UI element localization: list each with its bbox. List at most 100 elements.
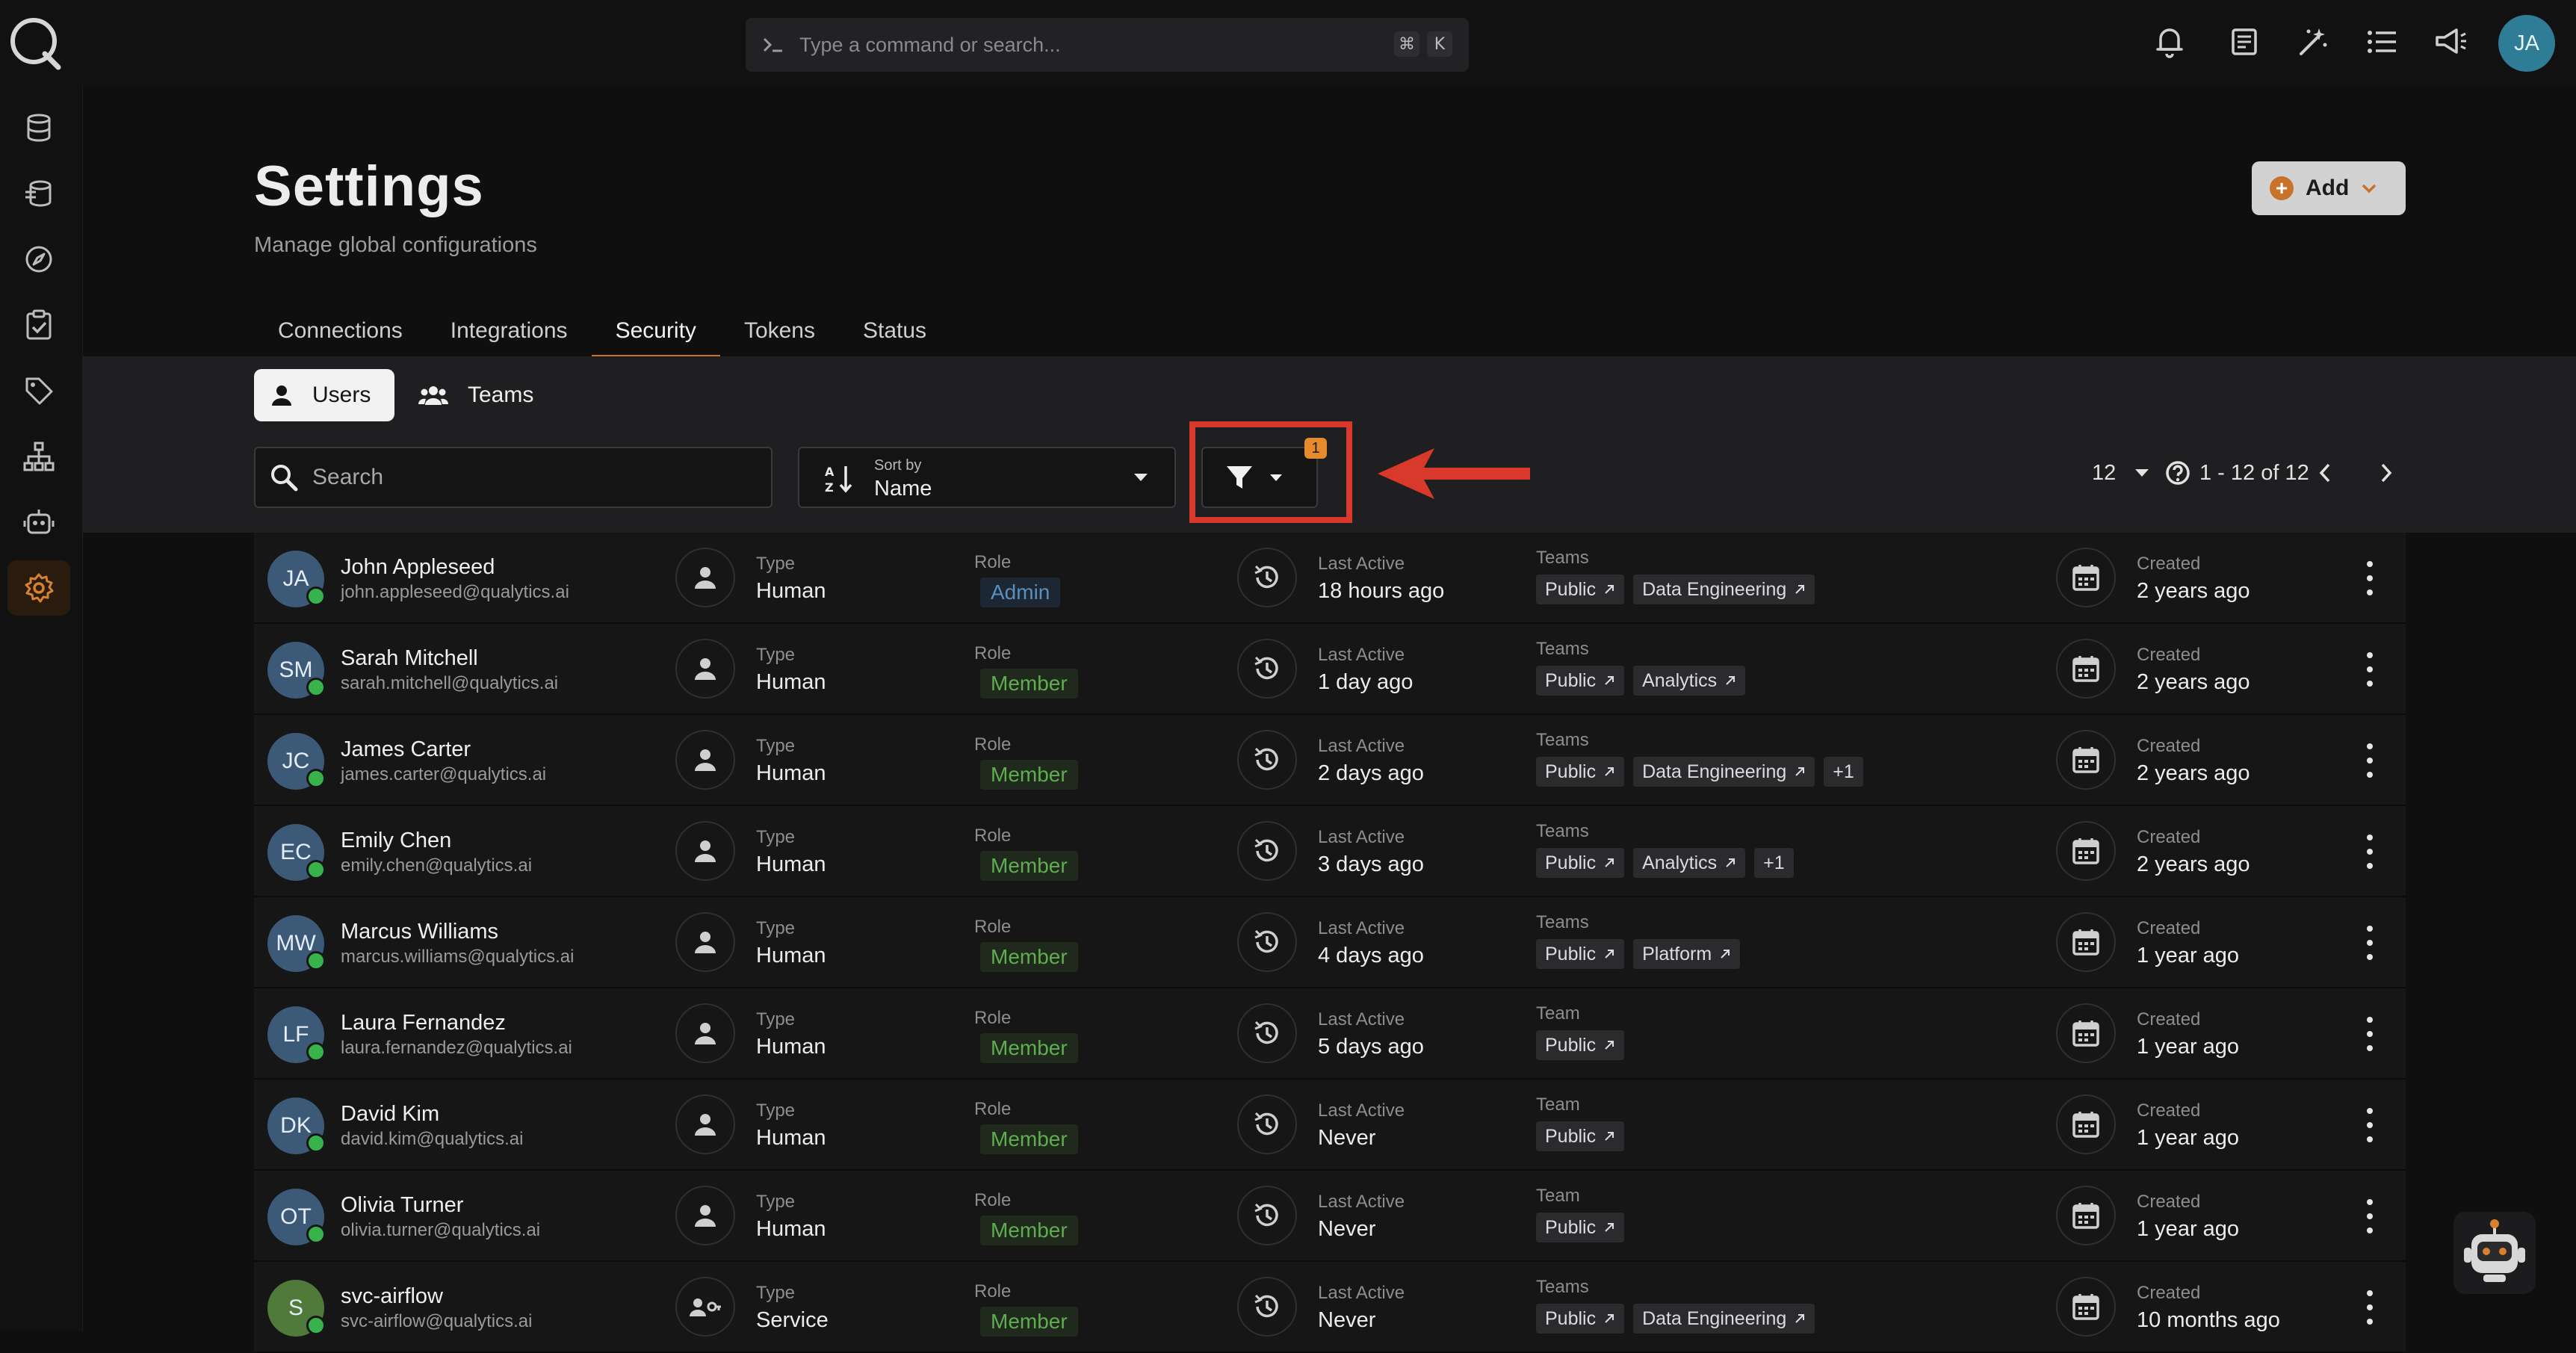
team-chip[interactable]: Public	[1536, 575, 1625, 604]
table-row[interactable]: JC James Carter james.carter@qualytics.ai T…	[254, 715, 2406, 806]
tab-tokens[interactable]: Tokens	[720, 305, 839, 357]
user-name[interactable]: Emily Chen	[341, 829, 451, 853]
page-size-select[interactable]: 12	[2092, 456, 2150, 490]
online-status-dot	[306, 586, 326, 606]
database-icon	[25, 113, 53, 143]
filter-button[interactable]	[1201, 447, 1318, 508]
more-options-icon[interactable]	[2361, 835, 2379, 869]
more-options-icon[interactable]	[2361, 926, 2379, 960]
more-options-icon[interactable]	[2361, 743, 2379, 778]
team-name: Public	[1545, 669, 1597, 691]
table-row[interactable]: Ssvc-airflow svc-airflow@qualytics.ai Type…	[254, 1262, 2406, 1353]
app-logo[interactable]	[7, 15, 63, 70]
person-icon	[675, 821, 735, 881]
more-options-icon[interactable]	[2361, 1290, 2379, 1325]
team-chip[interactable]: Public	[1536, 1030, 1625, 1060]
team-chip[interactable]: Public	[1536, 757, 1625, 787]
sidebar-item-lineage[interactable]	[7, 429, 70, 484]
prev-page-button[interactable]	[2318, 456, 2332, 490]
more-options-icon[interactable]	[2361, 561, 2379, 595]
segment-teams[interactable]: Teams	[418, 369, 533, 421]
table-row[interactable]: MW Marcus Williams marcus.williams@qualyti…	[254, 897, 2406, 988]
sort-select[interactable]: AZ Sort by Name	[798, 447, 1176, 508]
more-teams-chip[interactable]: +1	[1754, 848, 1794, 878]
created-caption: Created	[2137, 1100, 2201, 1121]
team-chip[interactable]: Public	[1536, 1121, 1625, 1151]
team-chip[interactable]: Analytics	[1633, 666, 1746, 696]
external-link-icon	[1603, 948, 1615, 960]
magic-wand-icon[interactable]	[2291, 19, 2335, 64]
external-link-icon	[1794, 1313, 1806, 1325]
list-icon[interactable]	[2359, 19, 2404, 64]
tab-integrations[interactable]: Integrations	[427, 305, 592, 357]
external-link-icon	[1603, 1222, 1615, 1233]
team-name: Public	[1545, 852, 1597, 873]
segment-users[interactable]: Users	[254, 369, 394, 421]
command-search[interactable]: Type a command or search... ⌘ K	[746, 18, 1469, 72]
online-status-dot	[306, 860, 326, 879]
user-name[interactable]: Olivia Turner	[341, 1193, 463, 1218]
search-input[interactable]: Search	[254, 447, 773, 508]
team-chip[interactable]: Public	[1536, 939, 1625, 969]
sidebar-item-checks[interactable]	[7, 297, 70, 353]
user-name[interactable]: Marcus Williams	[341, 920, 498, 944]
add-button[interactable]: + Add	[2252, 161, 2406, 215]
last-active-value: 18 hours ago	[1318, 579, 1445, 603]
table-row[interactable]: EC Emily Chen emily.chen@qualytics.ai Type H…	[254, 806, 2406, 897]
table-row[interactable]: SM Sarah Mitchell sarah.mitchell@qualytics…	[254, 624, 2406, 715]
sidebar-item-explore[interactable]	[7, 232, 70, 287]
chevron-left-icon	[2318, 462, 2332, 484]
more-options-icon[interactable]	[2361, 1108, 2379, 1142]
more-options-icon[interactable]	[2361, 1017, 2379, 1051]
team-chip[interactable]: Public	[1536, 848, 1625, 878]
team-chip[interactable]: Analytics	[1633, 848, 1746, 878]
tab-connections[interactable]: Connections	[254, 305, 427, 357]
user-name[interactable]: Laura Fernandez	[341, 1011, 506, 1035]
teams-caption: Teams	[1536, 639, 1589, 659]
tag-icon	[24, 376, 54, 406]
bell-icon[interactable]	[2147, 19, 2192, 64]
created-value: 2 years ago	[2137, 670, 2250, 694]
user-type: Human	[756, 852, 826, 876]
tab-status[interactable]: Status	[839, 305, 950, 357]
team-name: Public	[1545, 1307, 1597, 1329]
calendar-icon	[2056, 730, 2116, 790]
team-chip[interactable]: Public	[1536, 666, 1625, 696]
user-name[interactable]: David Kim	[341, 1102, 439, 1127]
team-chip[interactable]: Public	[1536, 1213, 1625, 1242]
user-email: svc-airflow@qualytics.ai	[341, 1311, 533, 1331]
table-row[interactable]: LF Laura Fernandez laura.fernandez@qualyti…	[254, 988, 2406, 1080]
table-row[interactable]: JA John Appleseed john.appleseed@qualytics…	[254, 533, 2406, 624]
created-caption: Created	[2137, 827, 2201, 847]
assistant-bot-button[interactable]	[2453, 1212, 2536, 1294]
avatar: EC	[267, 824, 326, 881]
team-chip[interactable]: Public	[1536, 1304, 1625, 1334]
team-chip[interactable]: Platform	[1633, 939, 1741, 969]
help-icon[interactable]	[2165, 460, 2190, 486]
more-options-icon[interactable]	[2361, 652, 2379, 687]
users-list: JA John Appleseed john.appleseed@qualytics…	[254, 533, 2406, 1353]
user-name[interactable]: John Appleseed	[341, 555, 495, 580]
user-name[interactable]: James Carter	[341, 737, 471, 762]
sidebar-item-agents[interactable]	[7, 495, 70, 550]
user-avatar[interactable]: JA	[2498, 15, 2555, 72]
document-icon[interactable]	[2222, 19, 2267, 64]
more-teams-chip[interactable]: +1	[1824, 757, 1863, 787]
external-link-icon	[1603, 583, 1615, 595]
next-page-button[interactable]	[2379, 456, 2394, 490]
table-row[interactable]: OT Olivia Turner olivia.turner@qualytics.a…	[254, 1171, 2406, 1262]
user-name[interactable]: Sarah Mitchell	[341, 646, 478, 671]
team-chip[interactable]: Data Engineering	[1633, 757, 1815, 787]
table-row[interactable]: DK David Kim david.kim@qualytics.ai Type Hum…	[254, 1080, 2406, 1171]
team-name: Data Engineering	[1642, 761, 1787, 782]
team-chip[interactable]: Data Engineering	[1633, 575, 1815, 604]
sidebar-item-sources[interactable]	[7, 166, 70, 221]
user-name[interactable]: svc-airflow	[341, 1284, 443, 1309]
sidebar-item-settings[interactable]	[7, 560, 70, 616]
more-options-icon[interactable]	[2361, 1199, 2379, 1233]
team-chip[interactable]: Data Engineering	[1633, 1304, 1815, 1334]
sidebar-item-datastores[interactable]	[7, 100, 70, 155]
megaphone-icon[interactable]	[2428, 19, 2473, 64]
sidebar-item-tags[interactable]	[7, 363, 70, 418]
tab-security[interactable]: Security	[591, 305, 721, 359]
